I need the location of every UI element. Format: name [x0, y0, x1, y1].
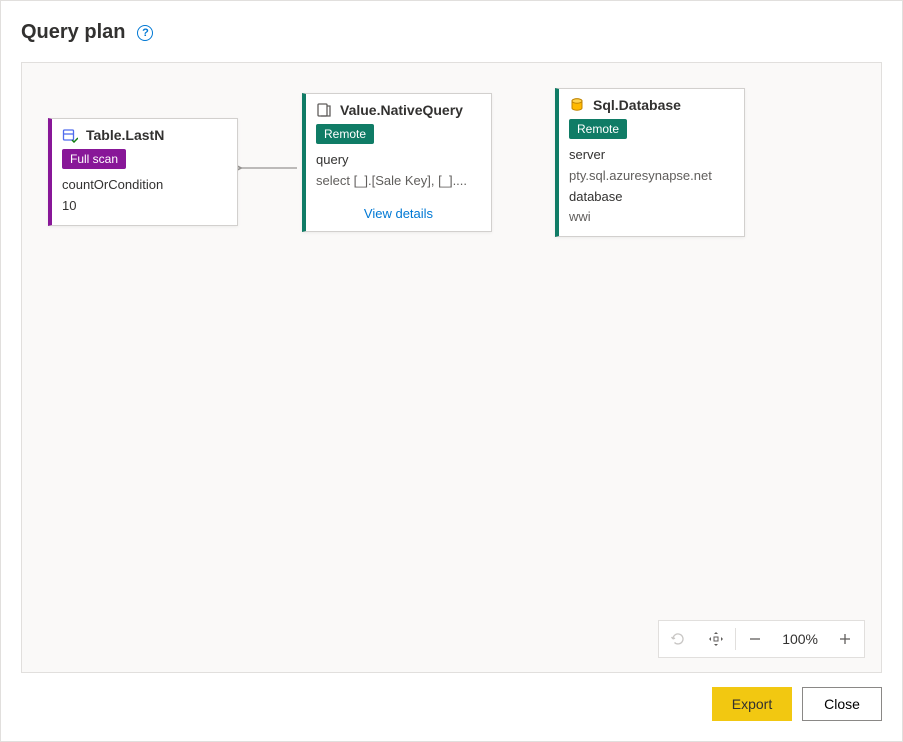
dialog-header: Query plan ?	[21, 21, 882, 44]
field-label: server	[569, 145, 734, 166]
node-body: query select [_].[Sale Key], [_]....	[306, 150, 491, 200]
field-label: countOrCondition	[62, 175, 227, 196]
zoom-out-icon[interactable]	[736, 621, 774, 657]
dialog-footer: Export Close	[21, 673, 882, 721]
node-table-lastn[interactable]: Table.LastN Full scan countOrCondition 1…	[48, 118, 238, 226]
remote-badge: Remote	[316, 124, 374, 144]
reset-icon[interactable]	[659, 621, 697, 657]
fullscan-badge: Full scan	[62, 149, 126, 169]
zoom-in-icon[interactable]	[826, 621, 864, 657]
field-label: query	[316, 150, 481, 171]
node-title: Value.NativeQuery	[340, 102, 463, 118]
field-value: 10	[62, 196, 227, 217]
node-body: countOrCondition 10	[52, 175, 237, 225]
help-icon[interactable]: ?	[137, 25, 153, 41]
node-title: Table.LastN	[86, 127, 164, 143]
zoom-level: 100%	[774, 631, 826, 647]
node-body: server pty.sql.azuresynapse.net database…	[559, 145, 744, 236]
field-value: wwi	[569, 207, 734, 228]
remote-badge: Remote	[569, 119, 627, 139]
plan-canvas[interactable]: Table.LastN Full scan countOrCondition 1…	[21, 62, 882, 673]
node-header: Table.LastN	[52, 119, 237, 147]
close-button[interactable]: Close	[802, 687, 882, 721]
database-icon	[569, 97, 585, 113]
page-title: Query plan	[21, 21, 125, 44]
field-value: select [_].[Sale Key], [_]....	[316, 171, 481, 192]
field-label: database	[569, 187, 734, 208]
field-value: pty.sql.azuresynapse.net	[569, 166, 734, 187]
table-icon	[62, 127, 78, 143]
query-plan-dialog: Query plan ? Tabl	[0, 0, 903, 742]
script-icon	[316, 102, 332, 118]
view-details-link[interactable]: View details	[306, 200, 491, 231]
node-sql-database[interactable]: Sql.Database Remote server pty.sql.azure…	[555, 88, 745, 237]
zoom-toolbar: 100%	[658, 620, 865, 658]
export-button[interactable]: Export	[712, 687, 792, 721]
node-header: Value.NativeQuery	[306, 94, 491, 122]
node-title: Sql.Database	[593, 97, 681, 113]
node-native-query[interactable]: Value.NativeQuery Remote query select [_…	[302, 93, 492, 232]
fit-icon[interactable]	[697, 621, 735, 657]
node-header: Sql.Database	[559, 89, 744, 117]
